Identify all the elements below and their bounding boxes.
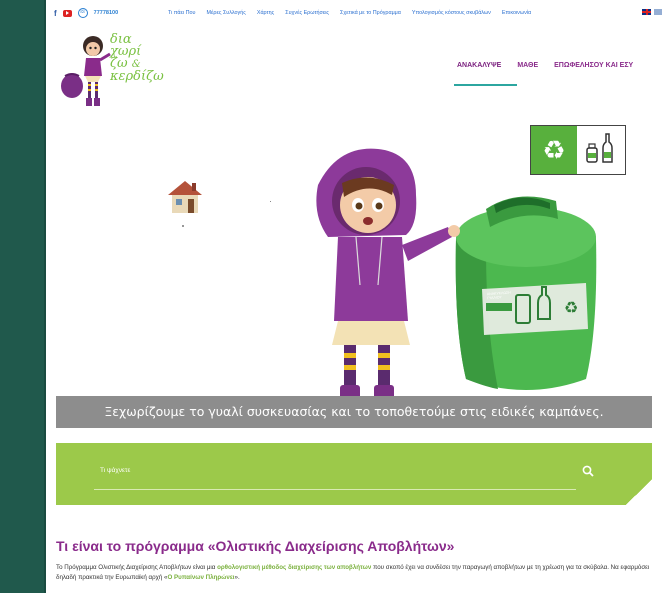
- logo-line-4: κερδίζω: [110, 69, 164, 84]
- house-icon: [168, 181, 202, 213]
- top-nav-link-contact[interactable]: Επικοινωνία: [502, 10, 531, 16]
- language-switcher: [642, 9, 662, 15]
- web-page: f ☏ 77778100 Τι πάει Που Μέρες Συλλογής …: [46, 0, 662, 593]
- top-nav-link-faq[interactable]: Συχνές Ερωτήσεις: [285, 10, 329, 16]
- phone-icon: ☏: [77, 8, 88, 18]
- youtube-icon[interactable]: [62, 9, 72, 17]
- top-nav-link-map[interactable]: Χάρτης: [257, 10, 274, 16]
- paragraph-highlight-link[interactable]: Ο Ρυπαίνων Πληρώνει: [167, 574, 234, 581]
- glass-bottles-icon: [586, 133, 613, 163]
- main-nav-learn[interactable]: ΜΑΘΕ: [517, 62, 538, 69]
- logo-wordmark: δια χωρί ζω & κερδίζω: [110, 33, 164, 84]
- decorative-dot: [270, 201, 271, 202]
- top-nav-link-cost-calculator[interactable]: Υπολογισμός κόστους σκυβάλων: [412, 10, 491, 16]
- search-icon[interactable]: [582, 465, 594, 477]
- search-underline: [94, 489, 576, 490]
- facebook-icon[interactable]: f: [54, 9, 57, 18]
- english-flag-icon[interactable]: [642, 9, 651, 15]
- hero-caption: Ξεχωρίζουμε το γυαλί συσκευασίας και το …: [104, 404, 604, 419]
- search-band: Τι ψάχνετε: [56, 443, 652, 505]
- active-nav-indicator: [454, 84, 517, 86]
- glass-recycling-bin-illustration: ♻: [455, 196, 597, 390]
- paragraph-highlight-link[interactable]: ορθολογιστική μέθοδος διαχείρισης των απ…: [217, 564, 371, 571]
- window-frame-left: [0, 0, 46, 593]
- mascot-girl-illustration: [316, 148, 460, 403]
- social-links: f ☏ 77778100: [54, 8, 118, 18]
- hero-section: ♻ ♻ ΑΝΑΚΥΚΛΩΣΗ ΓΥΑΛΙΟΥ: [46, 95, 662, 425]
- main-nav-benefit[interactable]: ΕΠΩΦΕΛΗΣΟΥ ΚΑΙ ΕΣΥ: [554, 62, 633, 69]
- section-title: Τι είναι το πρόγραμμα «Ολιστικής Διαχείρ…: [56, 538, 455, 554]
- top-nav: Τι πάει Που Μέρες Συλλογής Χάρτης Συχνές…: [168, 10, 531, 16]
- top-nav-link-what-goes-where[interactable]: Τι πάει Που: [168, 10, 196, 16]
- section-paragraph: Το Πρόγραμμα Ολιστικής Διαχείρισης Αποβλ…: [56, 563, 656, 583]
- top-bar: f ☏ 77778100 Τι πάει Που Μέρες Συλλογής …: [46, 0, 662, 26]
- hero-caption-bar: Ξεχωρίζουμε το γυαλί συσκευασίας και το …: [56, 396, 652, 428]
- search-input[interactable]: Τι ψάχνετε: [100, 467, 130, 474]
- top-nav-link-about[interactable]: Σχετικά με το Πρόγραμμα: [340, 10, 401, 16]
- paragraph-text: ».: [234, 574, 240, 581]
- decorative-dot: [182, 225, 184, 227]
- recycle-icon: ♻: [531, 126, 577, 174]
- phone-number[interactable]: 77778100: [94, 10, 118, 16]
- main-nav: ΑΝΑΚΑΛΥΨΕ ΜΑΘΕ ΕΠΩΦΕΛΗΣΟΥ ΚΑΙ ΕΣΥ: [457, 62, 633, 69]
- main-nav-discover[interactable]: ΑΝΑΚΑΛΥΨΕ: [457, 62, 501, 69]
- paragraph-text: Το Πρόγραμμα Ολιστικής Διαχείρισης Αποβλ…: [56, 564, 218, 571]
- greek-flag-icon[interactable]: [654, 9, 662, 15]
- top-nav-link-collection-days[interactable]: Μέρες Συλλογής: [207, 10, 246, 16]
- glass-recycling-sign: ♻: [530, 125, 626, 175]
- corner-fold: [626, 479, 652, 505]
- svg-text:♻: ♻: [564, 300, 578, 317]
